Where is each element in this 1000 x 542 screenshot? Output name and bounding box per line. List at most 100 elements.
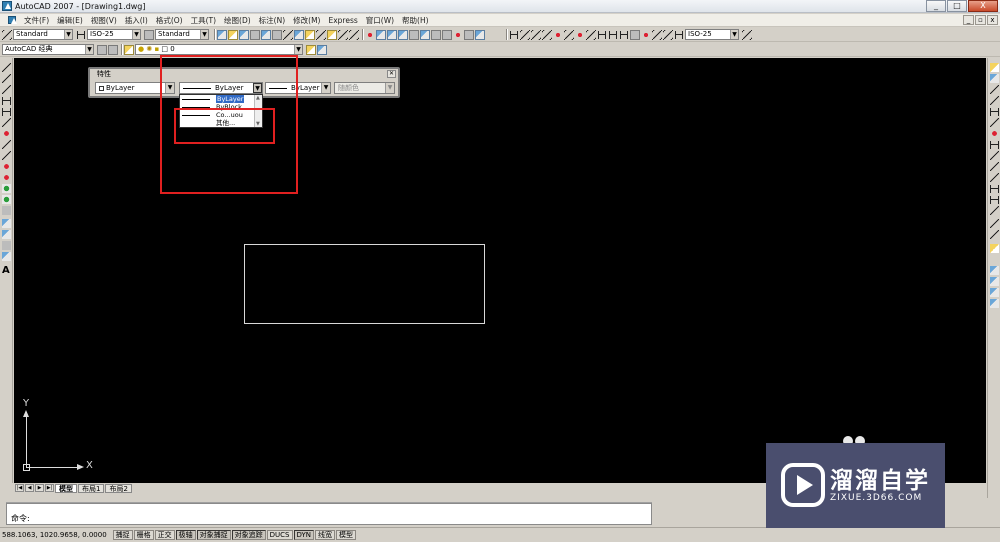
menu-edit[interactable]: 编辑(E) xyxy=(53,15,87,26)
print-icon[interactable] xyxy=(250,29,260,40)
diameter-dim-icon[interactable] xyxy=(575,29,585,40)
autocad-app-icon[interactable] xyxy=(2,1,12,11)
save-icon[interactable] xyxy=(239,29,249,40)
text-style-icon[interactable] xyxy=(2,29,12,40)
stretch-tool-icon[interactable] xyxy=(990,151,999,160)
layer-manager-icon[interactable] xyxy=(124,44,134,55)
layer-select[interactable]: ● ✺ ▪ □ 0 ▼ xyxy=(135,44,303,55)
close-icon[interactable]: ✕ xyxy=(387,70,396,78)
layer-previous-icon[interactable] xyxy=(317,44,327,55)
doc-minimize-button[interactable]: _ xyxy=(963,15,974,25)
multiline-text-icon[interactable]: A xyxy=(2,266,10,276)
circle-tool-icon[interactable] xyxy=(2,129,11,138)
osnap-toggle[interactable]: 对象捕捉 xyxy=(196,530,231,540)
move-tool-icon[interactable] xyxy=(990,118,999,127)
quick-dim-icon[interactable] xyxy=(597,30,607,40)
next-tab-button[interactable]: ▶ xyxy=(35,484,44,492)
make-current-layer-icon[interactable] xyxy=(306,44,316,55)
arc-length-icon[interactable] xyxy=(531,29,541,40)
array-tool-icon[interactable] xyxy=(990,107,999,116)
zoom-previous-icon[interactable] xyxy=(398,29,408,40)
polyline-tool-icon[interactable] xyxy=(2,85,11,94)
linear-dim-icon[interactable] xyxy=(509,30,519,40)
angular-dim-icon[interactable] xyxy=(586,29,596,40)
construction-line-tool-icon[interactable] xyxy=(2,74,11,83)
cut-icon[interactable] xyxy=(283,29,293,40)
polar-toggle[interactable]: 极轴 xyxy=(175,530,196,540)
draw-order-under-icon[interactable] xyxy=(990,299,999,308)
zoom-realtime-icon[interactable] xyxy=(376,29,386,40)
sheet-set-icon[interactable] xyxy=(442,29,452,40)
menu-tools[interactable]: 工具(T) xyxy=(187,15,220,26)
scale-tool-icon[interactable] xyxy=(990,140,999,149)
dim-style-icon[interactable] xyxy=(76,30,86,40)
trim-tool-icon[interactable] xyxy=(990,162,999,171)
line-tool-icon[interactable] xyxy=(2,63,11,72)
region-tool-icon[interactable] xyxy=(2,241,11,250)
prev-tab-button[interactable]: ◀ xyxy=(25,484,34,492)
gradient-tool-icon[interactable] xyxy=(2,230,11,239)
publish-icon[interactable] xyxy=(272,29,282,40)
save-workspace-icon[interactable] xyxy=(108,44,118,55)
arc-tool-icon[interactable] xyxy=(2,118,11,127)
tab-layout2[interactable]: 布局2 xyxy=(105,483,132,493)
revision-cloud-tool-icon[interactable] xyxy=(2,140,11,149)
model-space-toggle[interactable]: 模型 xyxy=(336,530,357,540)
close-button[interactable]: X xyxy=(968,0,998,12)
spline-tool-icon[interactable] xyxy=(2,151,11,160)
copy-icon[interactable] xyxy=(294,29,304,40)
dim-edit-icon[interactable] xyxy=(652,29,662,40)
ellipse-tool-icon[interactable] xyxy=(2,162,11,171)
snap-toggle[interactable]: 捕捉 xyxy=(112,530,133,540)
rectangle-tool-icon[interactable] xyxy=(2,107,11,116)
extend-tool-icon[interactable] xyxy=(990,173,999,182)
ducs-toggle[interactable]: DUCS xyxy=(266,530,293,540)
menu-help[interactable]: 帮助(H) xyxy=(398,15,433,26)
baseline-dim-icon[interactable] xyxy=(608,30,618,40)
design-center-icon[interactable] xyxy=(420,29,430,40)
maximize-button[interactable]: □ xyxy=(947,0,967,12)
break-at-point-tool-icon[interactable] xyxy=(990,184,999,193)
paste-icon[interactable] xyxy=(305,29,315,40)
menu-format[interactable]: 格式(O) xyxy=(152,15,187,26)
point-tool-icon[interactable] xyxy=(2,206,11,215)
coordinate-readout[interactable]: 588.1063, 1020.9658, 0.0000 xyxy=(2,531,107,539)
markup-icon[interactable] xyxy=(453,29,463,40)
offset-tool-icon[interactable] xyxy=(990,96,999,105)
erase-tool-icon[interactable] xyxy=(990,63,999,72)
otrack-toggle[interactable]: 对象追踪 xyxy=(231,530,266,540)
redo-icon[interactable] xyxy=(349,29,359,40)
ellipse-arc-tool-icon[interactable] xyxy=(2,173,11,182)
explode-tool-icon[interactable] xyxy=(990,244,999,253)
help-icon[interactable] xyxy=(475,29,485,40)
new-file-icon[interactable] xyxy=(217,29,227,40)
menu-modify[interactable]: 修改(M) xyxy=(289,15,324,26)
chamfer-tool-icon[interactable] xyxy=(990,219,999,228)
doc-restore-button[interactable]: ▫ xyxy=(975,15,986,25)
block-editor-icon[interactable] xyxy=(327,29,337,40)
menu-dimension[interactable]: 标注(N) xyxy=(255,15,289,26)
ordinate-dim-icon[interactable] xyxy=(542,29,552,40)
radius-dim-icon[interactable] xyxy=(553,29,563,40)
draw-order-front-icon[interactable] xyxy=(990,266,999,275)
workspace-select[interactable]: AutoCAD 经典 ▼ xyxy=(2,44,94,55)
rotate-tool-icon[interactable] xyxy=(990,129,999,138)
dyn-toggle[interactable]: DYN xyxy=(293,530,315,540)
dim-style-manager-icon[interactable] xyxy=(742,29,752,40)
menu-insert[interactable]: 插入(I) xyxy=(121,15,152,26)
join-tool-icon[interactable] xyxy=(990,206,999,215)
document-icon[interactable] xyxy=(8,16,17,24)
copy-tool-icon[interactable] xyxy=(990,74,999,83)
grid-toggle[interactable]: 栅格 xyxy=(133,530,154,540)
print-preview-icon[interactable] xyxy=(261,29,271,40)
tolerance-icon[interactable] xyxy=(630,29,640,40)
tab-model[interactable]: 模型 xyxy=(55,483,77,493)
dim-style-select-right[interactable]: ISO-25 ▼ xyxy=(685,29,739,40)
insert-block-tool-icon[interactable] xyxy=(2,184,11,193)
workspace-settings-icon[interactable] xyxy=(97,44,107,55)
aligned-dim-icon[interactable] xyxy=(520,29,530,40)
tab-layout1[interactable]: 布局1 xyxy=(78,483,105,493)
menu-draw[interactable]: 绘图(D) xyxy=(220,15,255,26)
text-style-select[interactable]: Standard ▼ xyxy=(13,29,73,40)
mirror-tool-icon[interactable] xyxy=(990,85,999,94)
